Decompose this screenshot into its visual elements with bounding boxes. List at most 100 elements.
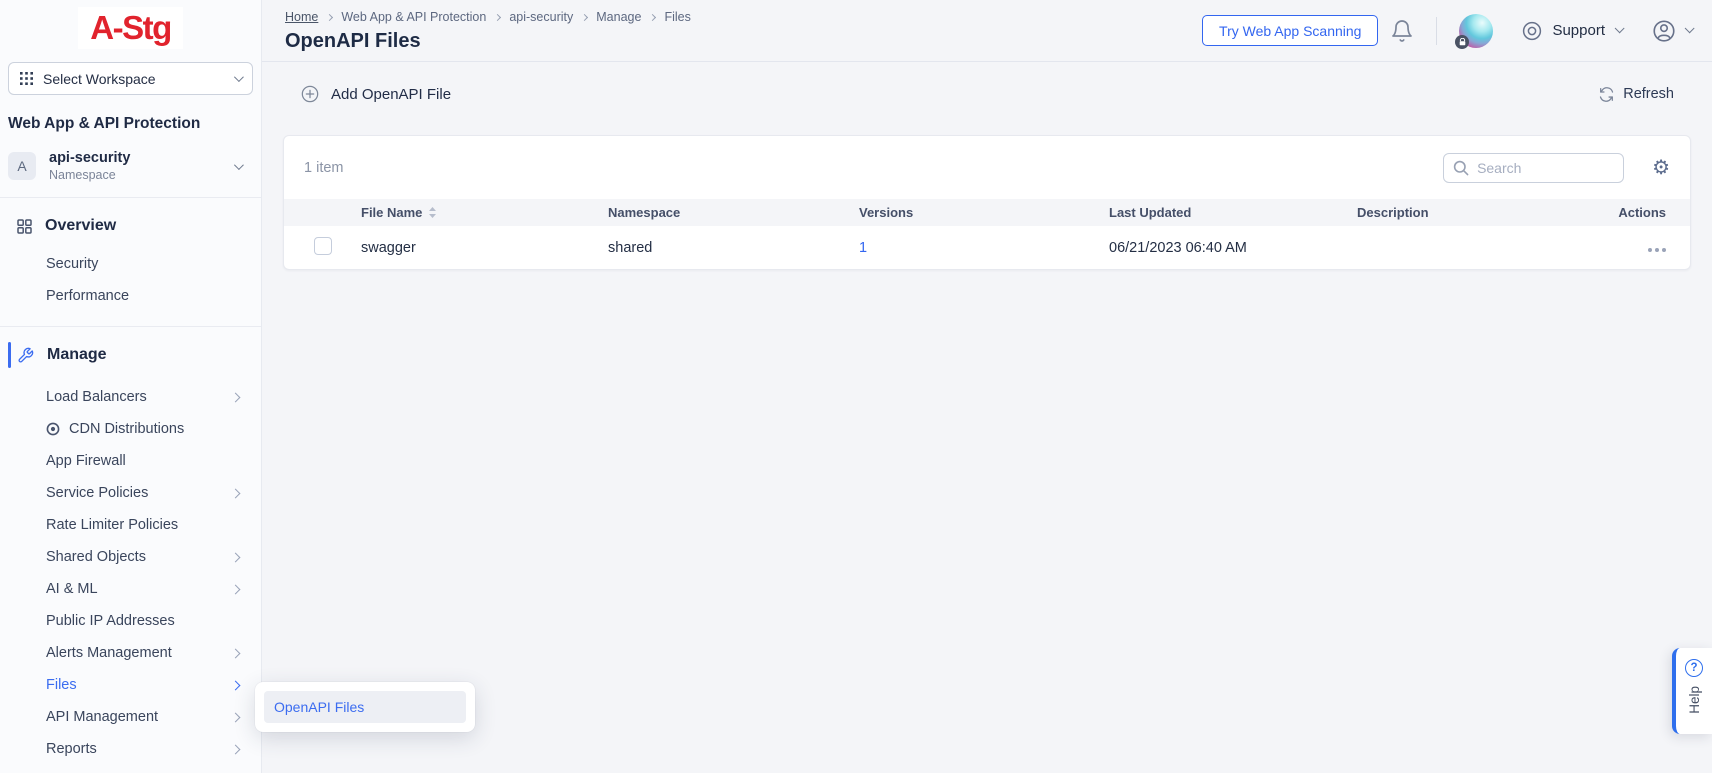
- column-header-namespace: Namespace: [608, 205, 859, 220]
- column-header-file-name[interactable]: File Name: [361, 205, 608, 220]
- cell-versions-link[interactable]: 1: [859, 240, 1109, 256]
- user-account-menu[interactable]: [1651, 18, 1691, 44]
- chevron-down-icon: [1685, 23, 1695, 33]
- chevron-right-icon: [231, 392, 241, 402]
- row-checkbox[interactable]: [314, 237, 332, 255]
- chevron-down-icon: [234, 72, 244, 82]
- plus-circle-icon: [300, 84, 320, 104]
- sidebar-item-service-policies[interactable]: Service Policies: [0, 477, 261, 509]
- chevron-right-icon: [231, 488, 241, 498]
- namespace-avatar: A: [8, 152, 36, 180]
- breadcrumb-separator-icon: [649, 13, 656, 20]
- main-content: Add OpenAPI File Refresh 1 item: [262, 62, 1712, 773]
- sidebar-group-manage: Manage Load Balancers CDN Distributions …: [0, 327, 261, 765]
- chevron-right-icon: [231, 648, 241, 658]
- cell-last-updated: 06/21/2023 06:40 AM: [1109, 240, 1357, 256]
- lock-badge-icon: [1455, 35, 1469, 49]
- topbar-divider: [1436, 17, 1437, 45]
- cell-namespace: shared: [608, 240, 859, 256]
- wrench-icon: [17, 347, 34, 364]
- sidebar-item-shared-objects[interactable]: Shared Objects: [0, 541, 261, 573]
- add-openapi-file-button[interactable]: Add OpenAPI File: [300, 84, 451, 104]
- sidebar-item-overview[interactable]: Overview: [0, 210, 261, 242]
- namespace-name: api-security: [49, 150, 221, 166]
- chevron-down-icon: [1615, 23, 1625, 33]
- breadcrumb-separator-icon: [494, 13, 501, 20]
- sidebar-item-cdn-distributions[interactable]: CDN Distributions: [0, 413, 261, 445]
- gear-icon[interactable]: ⚙: [1652, 158, 1670, 178]
- cell-file-name: swagger: [361, 240, 608, 256]
- sidebar-item-load-balancers[interactable]: Load Balancers: [0, 381, 261, 413]
- breadcrumb-separator-icon: [581, 13, 588, 20]
- flyout-item-openapi-files[interactable]: OpenAPI Files: [264, 691, 466, 723]
- column-header-last-updated: Last Updated: [1109, 205, 1357, 220]
- table-row: swagger shared 1 06/21/2023 06:40 AM: [284, 226, 1690, 269]
- page-title: OpenAPI Files: [285, 30, 691, 53]
- column-header-actions: Actions: [1587, 205, 1690, 220]
- sidebar-item-alerts-management[interactable]: Alerts Management: [0, 637, 261, 669]
- support-menu[interactable]: Support: [1521, 20, 1621, 42]
- column-header-versions: Versions: [859, 205, 1109, 220]
- sidebar-item-ai-ml[interactable]: AI & ML: [0, 573, 261, 605]
- sidebar-item-rate-limiter-policies[interactable]: Rate Limiter Policies: [0, 509, 261, 541]
- workspace-grid-icon: [20, 72, 33, 85]
- table-header-row: File Name Namespace Versions Last Update…: [284, 199, 1690, 226]
- sidebar-item-reports[interactable]: Reports: [0, 733, 261, 765]
- chevron-right-icon: [231, 552, 241, 562]
- breadcrumb-home[interactable]: Home: [285, 10, 318, 24]
- support-label: Support: [1552, 22, 1605, 39]
- sidebar-item-label: Manage: [47, 346, 107, 364]
- breadcrumb: Home Web App & API Protection api-securi…: [285, 10, 691, 24]
- sidebar: A-Stg Select Workspace Web App & API Pro…: [0, 0, 262, 773]
- namespace-type-label: Namespace: [49, 168, 221, 182]
- chevron-down-icon: [234, 160, 244, 170]
- cdn-icon: [46, 422, 60, 436]
- sidebar-item-api-management[interactable]: API Management: [0, 701, 261, 733]
- sidebar-item-label: Overview: [45, 217, 116, 235]
- breadcrumb-manage[interactable]: Manage: [596, 10, 641, 24]
- column-header-description: Description: [1357, 205, 1587, 220]
- sidebar-item-files[interactable]: Files: [0, 669, 261, 701]
- breadcrumb-namespace[interactable]: api-security: [509, 10, 573, 24]
- support-lifebuoy-icon: [1521, 20, 1543, 42]
- namespace-selector[interactable]: A api-security Namespace: [8, 150, 253, 182]
- sidebar-group-overview: Overview Security Performance: [0, 198, 261, 326]
- notifications-bell-icon[interactable]: [1390, 19, 1414, 43]
- topbar: Home Web App & API Protection api-securi…: [262, 0, 1712, 62]
- workspace-selector[interactable]: Select Workspace: [8, 62, 253, 95]
- sidebar-item-security[interactable]: Security: [0, 248, 261, 280]
- row-actions-menu-icon[interactable]: [1648, 248, 1666, 252]
- sidebar-item-app-firewall[interactable]: App Firewall: [0, 445, 261, 477]
- try-web-app-scanning-button[interactable]: Try Web App Scanning: [1202, 15, 1378, 46]
- help-question-icon: ?: [1685, 659, 1703, 677]
- refresh-button[interactable]: Refresh: [1598, 86, 1674, 103]
- breadcrumb-files: Files: [664, 10, 690, 24]
- workspace-selector-label: Select Workspace: [43, 71, 224, 87]
- help-label: Help: [1687, 686, 1702, 714]
- chevron-right-icon: [231, 584, 241, 594]
- search-input[interactable]: [1477, 160, 1614, 176]
- brand-logo-text: A-Stg: [78, 7, 182, 49]
- sidebar-item-manage[interactable]: Manage: [0, 339, 261, 371]
- help-tab[interactable]: ? Help: [1672, 648, 1712, 734]
- logo: A-Stg: [0, 0, 261, 56]
- tenant-avatar[interactable]: [1459, 14, 1493, 48]
- sidebar-item-public-ip-addresses[interactable]: Public IP Addresses: [0, 605, 261, 637]
- search-icon: [1453, 160, 1469, 176]
- breadcrumb-waap[interactable]: Web App & API Protection: [341, 10, 486, 24]
- files-flyout-menu: OpenAPI Files: [255, 682, 475, 732]
- add-button-label: Add OpenAPI File: [331, 86, 451, 103]
- item-count: 1 item: [304, 160, 344, 176]
- openapi-files-table-card: 1 item ⚙ File Name: [283, 135, 1691, 270]
- chevron-right-icon: [231, 680, 241, 690]
- table-search: [1443, 153, 1624, 183]
- breadcrumb-separator-icon: [326, 13, 333, 20]
- chevron-right-icon: [231, 744, 241, 754]
- sidebar-section-title: Web App & API Protection: [8, 115, 253, 133]
- sort-icon: [428, 206, 437, 219]
- overview-grid-icon: [17, 219, 32, 234]
- app-root: A-Stg Select Workspace Web App & API Pro…: [0, 0, 1712, 773]
- refresh-icon: [1598, 86, 1615, 103]
- user-icon: [1651, 18, 1677, 44]
- sidebar-item-performance[interactable]: Performance: [0, 280, 261, 312]
